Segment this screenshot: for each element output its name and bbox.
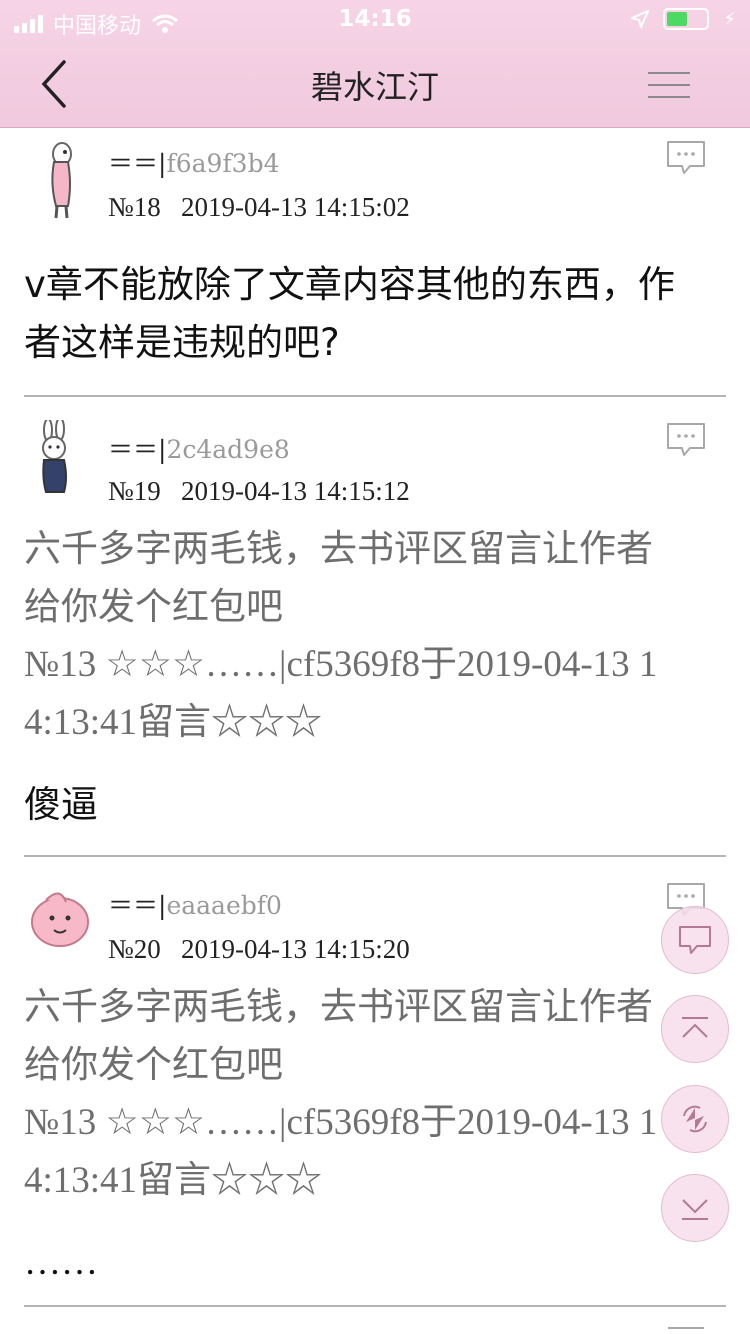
username[interactable]: ＝＝|eaaaebf0 [108,886,282,922]
avatar [42,420,67,493]
avatar [31,892,89,947]
content-line: v章不能放除了文章内容其他的东西，作 [24,263,675,306]
user-id: 2c4ad9e8 [166,435,290,464]
post-meta: №19 2019-04-13 14:15:12 [108,476,410,507]
refresh-button[interactable] [661,1085,729,1153]
post-item: ＝＝|f6a9f3b4 №18 2019-04-13 14:15:02 v章不能… [0,128,750,398]
username[interactable]: ＝＝|f6a9f3b4 [108,144,279,180]
avatar [51,142,72,219]
username-prefix: ＝＝| [108,435,167,464]
nav-bar: 碧水江汀 [0,40,750,128]
quote-line: 给你发个红包吧 [24,1043,283,1086]
quoted-content: 六千多字两毛钱，去书评区留言让作者 给你发个红包吧 №13 ☆☆☆……|cf53… [24,978,726,1210]
status-right: ⚡ [631,8,736,30]
quoted-content: 六千多字两毛钱，去书评区留言让作者 给你发个红包吧 №13 ☆☆☆……|cf53… [24,520,726,752]
post-number: №20 [108,934,161,964]
reply-icon[interactable] [666,422,706,458]
user-id: eaaaebf0 [166,891,282,920]
username-prefix: ＝＝| [108,891,167,920]
username-prefix: ＝＝| [108,149,167,178]
post-number: №18 [108,192,161,222]
post-meta: №18 2019-04-13 14:15:02 [108,192,410,223]
battery-icon [663,8,710,30]
content-line: 者这样是违规的吧? [24,321,340,364]
scroll-top-icon [682,1017,708,1038]
next-reply-icon [668,1327,704,1329]
post-datetime: 2019-04-13 14:15:02 [181,192,410,222]
post-number: №19 [108,476,161,506]
quote-line: №13 ☆☆☆……|cf5369f8于2019-04-13 1 [24,1102,658,1143]
location-icon [631,10,650,28]
divider [24,395,726,397]
quote-line: №13 ☆☆☆……|cf5369f8于2019-04-13 1 [24,644,658,685]
post-item: ＝＝|2c4ad9e8 №19 2019-04-13 14:15:12 六千多字… [0,398,750,858]
charging-icon: ⚡ [723,8,736,30]
post-datetime: 2019-04-13 14:15:20 [181,934,410,964]
quote-line: 4:13:41留言☆☆☆ [24,702,323,743]
divider [24,855,726,857]
post-content: v章不能放除了文章内容其他的东西，作 者这样是违规的吧? [24,256,726,372]
quote-line: 4:13:41留言☆☆☆ [24,1160,323,1201]
reply-content: 傻逼 [24,783,98,826]
post-meta: №20 2019-04-13 14:15:20 [108,934,410,965]
username[interactable]: ＝＝|2c4ad9e8 [108,430,290,466]
refresh-icon [683,1105,707,1133]
quote-line: 六千多字两毛钱，去书评区留言让作者 [24,527,653,570]
post-datetime: 2019-04-13 14:15:12 [181,476,410,506]
top-bar: 中国移动 14:16 ⚡ 碧水江汀 [0,0,750,128]
menu-button[interactable] [648,68,690,102]
scroll-top-button[interactable] [661,995,729,1063]
page-title: 碧水江汀 [310,68,439,106]
quote-line: 给你发个红包吧 [24,585,283,628]
comment-button[interactable] [661,906,729,974]
reply-content: …… [24,1242,98,1283]
user-id: f6a9f3b4 [166,149,280,178]
quote-line: 六千多字两毛钱，去书评区留言让作者 [24,985,653,1028]
divider [24,1305,726,1307]
status-bar: 中国移动 14:16 ⚡ [0,0,750,40]
scroll-bottom-icon [682,1199,708,1220]
reply-icon[interactable] [666,140,706,176]
post-item: ＝＝|eaaaebf0 №20 2019-04-13 14:15:20 六千多字… [0,858,750,1310]
scroll-bottom-button[interactable] [661,1174,729,1242]
comment-icon [679,926,711,954]
